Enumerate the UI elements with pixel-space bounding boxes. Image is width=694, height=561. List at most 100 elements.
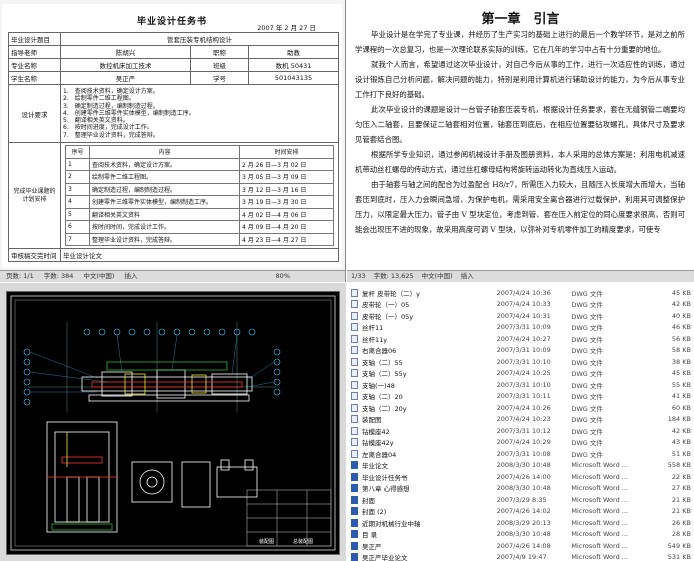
file-row[interactable]: 第八章 心得感想 2008/3/30 10:48 Microsoft Word ..…	[351, 483, 691, 495]
file-row[interactable]: 毕业设计任务书 2007/4/26 14:00 Microsoft Word ...…	[351, 471, 691, 483]
file-name: 目 录	[362, 531, 378, 540]
requirement-item: 6. 按时间进度，完成设计工作。	[63, 124, 153, 132]
plan-no: 1	[65, 157, 90, 171]
plan-time: 3 月 19 日—3 月 30 日	[238, 195, 335, 209]
file-row[interactable]: 钻模座42 2007/3/31 10:12 DWG 文件 42 KB	[351, 425, 691, 437]
file-row[interactable]: 吴正严 2007/4/26 14:08 Microsoft Word ... 549 …	[351, 540, 691, 552]
dwg-file-icon	[351, 288, 358, 297]
file-size: 42 KB	[671, 426, 691, 435]
file-name: 毕业设计任务书	[362, 473, 408, 482]
status-lang: 中文(中国)	[421, 272, 453, 280]
file-row[interactable]: 左离合器04 2007/3/31 10:08 DWG 文件 51 KB	[351, 448, 691, 460]
cell-label: 指导老师	[8, 45, 61, 59]
file-row[interactable]: 钻模座42y 2007/4/24 10:29 DWG 文件 43 KB	[351, 437, 691, 449]
status-lang: 中文(中国)	[83, 272, 115, 280]
task-doc-window: 毕业设计任务书 2007 年 2 月 27 日 毕业设计题目 管套压装专机结构设计…	[0, 0, 346, 282]
plan-content: 查阅技术资料，确定设计方案。	[89, 157, 240, 171]
word-file-icon	[351, 541, 358, 550]
file-size: 28 KB	[671, 530, 691, 539]
file-row[interactable]: 丝杆11y 2007/4/24 10:27 DWG 文件 56 KB	[351, 333, 691, 345]
file-name: 丝杆11y	[362, 335, 388, 344]
title-block-text: 装配图	[259, 539, 275, 545]
task-doc-page: 毕业设计任务书 2007 年 2 月 27 日 毕业设计题目 管套压装专机结构设计…	[2, 4, 342, 268]
dwg-file-icon	[351, 415, 358, 424]
file-row[interactable]: 支轴（二）55y 2007/4/24 10:25 DWG 文件 45 KB	[351, 368, 691, 380]
file-row[interactable]: 支轴（二）20 2007/3/31 10:11 DWG 文件 41 KB	[351, 391, 691, 403]
file-list: 复杆 皮带轮（二）y 2007/4/24 10:36 DWG 文件 45 KB 皮带轮（…	[351, 287, 691, 561]
file-size: 549 KB	[667, 541, 691, 550]
file-name: 支轴(一)48	[362, 381, 395, 390]
file-date: 2007/4/24 10:25	[496, 369, 551, 378]
dwg-file-icon	[351, 438, 358, 447]
file-name: 皮带轮（一）05y	[362, 312, 414, 321]
file-type: DWG 文件	[571, 381, 603, 390]
req-label: 设计要求	[8, 84, 61, 143]
file-row[interactable]: 皮带轮（一）05y 2007/4/24 10:31 DWG 文件 40 KB	[351, 310, 691, 322]
word-file-icon	[351, 472, 358, 481]
file-date: 2008/3/30 10:48	[496, 484, 551, 493]
cell-label: 专业名称	[8, 58, 61, 72]
file-size: 58 KB	[671, 346, 691, 355]
file-type: DWG 文件	[571, 370, 603, 379]
cell-label: 毕业设计题目	[8, 32, 61, 46]
file-type: DWG 文件	[571, 312, 603, 321]
file-row[interactable]: 支轴（二）20y 2007/4/24 10:26 DWG 文件 60 KB	[351, 402, 691, 414]
file-type: DWG 文件	[571, 450, 603, 459]
file-name: 第八章 心得感想	[362, 485, 410, 494]
plan-time: 4 月 02 日—4 月 06 日	[238, 207, 335, 221]
file-row[interactable]: 封面 (2) 2007/4/26 14:02 Microsoft Word ... 2…	[351, 506, 691, 518]
file-date: 2008/3/30 10:48	[496, 461, 551, 470]
assembly-drawing	[10, 295, 336, 551]
cad-canvas[interactable]: 装配图 总装配图	[6, 291, 340, 555]
file-row[interactable]: 毕业论文 2008/3/30 10:48 Microsoft Word ... 558…	[351, 460, 691, 472]
zoom-level[interactable]: 80%	[276, 271, 290, 282]
plan-content: 翻译相关英文资料	[89, 207, 240, 221]
file-date: 2007/3/31 10:11	[496, 392, 551, 401]
file-date: 2008/3/30 10:48	[496, 530, 551, 539]
file-name: 吴正严	[362, 542, 382, 551]
file-date: 2007/3/31 10:09	[496, 346, 551, 355]
file-row[interactable]: 支轴（二）55 2007/3/31 10:10 DWG 文件 38 KB	[351, 356, 691, 368]
file-row[interactable]: 复杆 皮带轮（二）y 2007/4/24 10:36 DWG 文件 45 KB	[351, 287, 691, 299]
file-size: 40 KB	[671, 311, 691, 320]
file-size: 26 KB	[671, 518, 691, 527]
requirement-item: 3. 确定制造过程，编制制造过程。	[63, 102, 159, 110]
file-size: 531 KB	[667, 553, 691, 561]
file-date: 2007/4/9 19:47	[496, 553, 547, 561]
file-row[interactable]: 皮带轮（一）05 2007/4/24 10:33 DWG 文件 42 KB	[351, 299, 691, 311]
plan-content: 绘制零件二维工程图。	[89, 170, 240, 184]
plan-content: 确定制造过程，编制制造过程。	[89, 182, 240, 196]
file-row[interactable]: 支轴(一)48 2007/3/31 10:10 DWG 文件 55 KB	[351, 379, 691, 391]
status-insert[interactable]: 插入	[124, 271, 137, 282]
file-type: Microsoft Word ...	[571, 472, 628, 481]
file-row[interactable]: 近期对机械行业中轴 2008/3/29 20:13 Microsoft Word .…	[351, 517, 691, 529]
cell-label: 职称	[190, 45, 249, 59]
plan-row: 2 绘制零件二维工程图。 3 月 05 日—3 月 09 日	[65, 170, 335, 184]
file-name: 丝杆11	[362, 324, 384, 333]
plan-content: 创建零件三维零件实体模型，编制制造工序。	[89, 195, 240, 209]
dwg-file-icon	[351, 357, 358, 366]
file-date: 2008/3/29 20:13	[496, 518, 551, 527]
word-file-icon	[351, 530, 358, 539]
file-row[interactable]: 吴正严毕业论文 2007/4/9 19:47 Microsoft Word ... 5…	[351, 552, 691, 561]
requirements-list: 1. 查阅技术资料，确定设计方案。 2. 绘制零件二维工程图。 3. 确定制造过…	[59, 84, 340, 143]
plan-label: 完成毕业课题的计划安排	[8, 142, 61, 249]
file-size: 27 KB	[671, 484, 691, 493]
file-row[interactable]: 右离合器06 2007/3/31 10:09 DWG 文件 58 KB	[351, 345, 691, 357]
word-file-icon	[351, 495, 358, 504]
file-type: Microsoft Word ...	[571, 553, 628, 561]
file-size: 21 KB	[671, 507, 691, 516]
status-insert[interactable]: 插入	[461, 271, 474, 282]
file-row[interactable]: 装配图 2007/4/24 10:23 DWG 文件 184 KB	[351, 414, 691, 426]
chapter-body: 毕业设计是在学完了专业课，并经历了生产实习的基础上进行的最后一个教学环节，是对之…	[355, 27, 685, 237]
title-block-text: 总装配图	[293, 539, 314, 545]
file-row[interactable]: 封面 2007/3/29 8:35 Microsoft Word ... 21 KB	[351, 494, 691, 506]
file-type: Microsoft Word ...	[571, 507, 628, 516]
file-row[interactable]: 丝杆11 2007/3/31 10:09 DWG 文件 46 KB	[351, 322, 691, 334]
file-name: 装配图	[362, 416, 382, 425]
file-type: DWG 文件	[571, 427, 603, 436]
paragraph: 根据所学专业知识，通过参阅机械设计手册及图册资料，本人采用的总体方案是：利用电机…	[355, 150, 685, 174]
file-row[interactable]: 目 录 2008/3/30 10:48 Microsoft Word ... 28 K…	[351, 529, 691, 541]
dwg-file-icon	[351, 380, 358, 389]
file-size: 45 KB	[671, 288, 691, 297]
